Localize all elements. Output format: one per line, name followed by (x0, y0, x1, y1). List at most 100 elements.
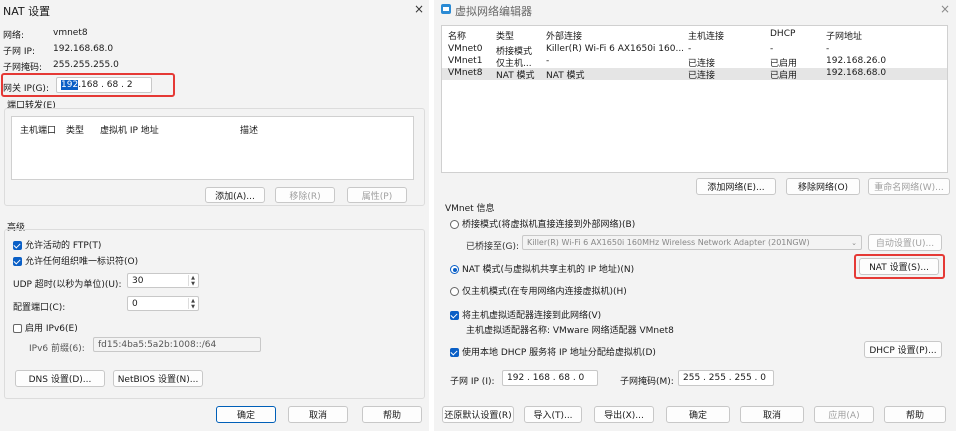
row-cell: - (770, 44, 774, 54)
remove-network-button[interactable]: 移除网络(O) (786, 178, 860, 195)
column-header[interactable]: 类型 (496, 29, 514, 42)
radio-unselected-icon (450, 287, 459, 296)
import-button[interactable]: 导入(T)... (524, 406, 582, 423)
export-button[interactable]: 导出(X)... (594, 406, 654, 423)
column-header[interactable]: 主机端口 (20, 123, 56, 136)
add-button[interactable]: 添加(A)... (205, 187, 265, 203)
nat-mode-label: NAT 模式(与虚拟机共享主机的 IP 地址)(N) (462, 265, 635, 275)
row-cell: 192.168.26.0 (826, 56, 887, 66)
allow-oui-checkbox[interactable]: 允许任何组织唯一标识符(O) (13, 254, 138, 267)
ipv6-prefix-field[interactable]: fd15:4ba5:5a2b:1008::/64 (93, 337, 261, 352)
udp-timeout-field[interactable]: 30 ▲ ▼ (127, 273, 199, 288)
chevron-down-icon: ⌄ (851, 238, 857, 247)
allow-ftp-checkbox[interactable]: 允许活动的 FTP(T) (13, 238, 101, 251)
table-row-selected[interactable]: VMnet8 NAT 模式 NAT 模式 已连接 已启用 192.168.68.… (442, 68, 947, 81)
column-header[interactable]: 描述 (240, 123, 258, 136)
radio-unselected-icon (450, 220, 459, 229)
help-button[interactable]: 帮助 (362, 406, 422, 423)
column-header[interactable]: 主机连接 (688, 29, 724, 42)
column-header[interactable]: 外部连接 (546, 29, 582, 42)
checkbox-checked-icon (450, 348, 459, 357)
network-editor-icon (441, 4, 451, 14)
checkbox-checked-icon (450, 311, 459, 320)
checkbox-unchecked-icon (13, 324, 22, 333)
spinner-arrows-icon[interactable]: ▲ ▼ (188, 275, 197, 287)
checkbox-checked-icon (13, 257, 22, 266)
subnet-ip-value: 192.168.68.0 (53, 44, 114, 54)
help-button[interactable]: 帮助 (884, 406, 946, 423)
add-network-button[interactable]: 添加网络(E)... (696, 178, 776, 195)
cancel-button[interactable]: 取消 (740, 406, 804, 423)
connect-adapter-checkbox[interactable]: 将主机虚拟适配器连接到此网络(V) (450, 308, 601, 321)
row-cell: NAT 模式 (546, 71, 585, 81)
subnet-mask-value: 255 . 255 . 255 . 0 (683, 373, 767, 383)
bridge-mode-radio[interactable]: 桥接模式(将虚拟机直接连接到外部网络)(B) (450, 217, 635, 230)
spinner-arrows-icon[interactable]: ▲ ▼ (188, 298, 197, 310)
port-forward-table[interactable]: 主机端口 类型 虚拟机 IP 地址 描述 (11, 116, 414, 180)
dns-settings-button[interactable]: DNS 设置(D)... (15, 370, 105, 387)
use-dhcp-label: 使用本地 DHCP 服务将 IP 地址分配给虚拟机(D) (462, 348, 656, 358)
column-header[interactable]: DHCP (770, 29, 795, 39)
config-port-value: 0 (132, 298, 138, 309)
config-port-label: 配置端口(C): (13, 303, 66, 313)
network-list-table[interactable]: 名称 类型 外部连接 主机连接 DHCP 子网地址 VMnet0 桥接模式 Ki… (441, 25, 948, 173)
window-title: NAT 设置 (3, 5, 51, 18)
column-header[interactable]: 子网地址 (826, 29, 862, 42)
restore-defaults-button[interactable]: 还原默认设置(R) (442, 406, 514, 423)
column-header[interactable]: 虚拟机 IP 地址 (100, 123, 159, 136)
row-cell: VMnet8 (448, 68, 483, 78)
table-row[interactable]: VMnet1 仅主机... - 已连接 已启用 192.168.26.0 (442, 56, 947, 69)
udp-timeout-label: UDP 超时(以秒为单位)(U): (13, 280, 122, 290)
adapter-name-text: 主机虚拟适配器名称: VMware 网络适配器 VMnet8 (466, 326, 674, 336)
checkbox-checked-icon (13, 241, 22, 250)
bridged-to-label: 已桥接至(G): (466, 242, 520, 252)
row-cell: 已启用 (770, 71, 798, 81)
subnet-ip-label: 子网 IP (I): (450, 377, 495, 387)
row-cell: Killer(R) Wi-Fi 6 AX1650i 160... (546, 44, 685, 54)
auto-settings-button[interactable]: 自动设置(U)... (868, 234, 942, 251)
row-cell: - (826, 44, 830, 54)
properties-button[interactable]: 属性(P) (347, 187, 407, 203)
window-title: 虚拟网络编辑器 (455, 5, 532, 18)
nat-mode-radio[interactable]: NAT 模式(与虚拟机共享主机的 IP 地址)(N) (450, 262, 634, 275)
virtual-network-editor-window: 虚拟网络编辑器 × 名称 类型 外部连接 主机连接 DHCP 子网地址 VMne… (434, 0, 956, 431)
apply-button[interactable]: 应用(A) (814, 406, 874, 423)
bridged-to-value: Killer(R) Wi-Fi 6 AX1650i 160MHz Wireles… (527, 238, 810, 247)
row-cell: VMnet1 (448, 56, 483, 66)
bridged-to-select[interactable]: Killer(R) Wi-Fi 6 AX1650i 160MHz Wireles… (522, 235, 862, 250)
column-header[interactable]: 类型 (66, 123, 84, 136)
remove-button[interactable]: 移除(R) (275, 187, 335, 203)
network-label: 网络: (3, 31, 25, 41)
subnet-ip-label: 子网 IP: (3, 47, 35, 57)
port-forward-group: 主机端口 类型 虚拟机 IP 地址 描述 添加(A)... 移除(R) 属性(P… (4, 108, 425, 206)
ok-button[interactable]: 确定 (666, 406, 730, 423)
row-cell: - (688, 44, 692, 54)
host-only-radio[interactable]: 仅主机模式(在专用网络内连接虚拟机)(H) (450, 284, 627, 297)
udp-timeout-value: 30 (132, 275, 144, 286)
ok-button[interactable]: 确定 (216, 406, 276, 423)
row-cell: 192.168.68.0 (826, 68, 887, 78)
host-only-label: 仅主机模式(在专用网络内连接虚拟机)(H) (462, 287, 627, 297)
highlight-box (1, 73, 175, 97)
netbios-settings-button[interactable]: NetBIOS 设置(N)... (113, 370, 203, 387)
cancel-button[interactable]: 取消 (288, 406, 348, 423)
table-row[interactable]: VMnet0 桥接模式 Killer(R) Wi-Fi 6 AX1650i 16… (442, 44, 947, 57)
subnet-ip-value: 192 . 168 . 68 . 0 (507, 373, 585, 383)
row-cell: 已连接 (688, 71, 716, 81)
subnet-ip-field[interactable]: 192 . 168 . 68 . 0 (502, 370, 598, 386)
rename-network-button[interactable]: 重命名网络(W)... (868, 178, 950, 195)
vmnet-info-title: VMnet 信息 (445, 204, 495, 214)
close-icon[interactable]: × (414, 2, 424, 16)
radio-selected-icon (450, 265, 459, 274)
dhcp-settings-button[interactable]: DHCP 设置(P)... (864, 341, 942, 358)
config-port-field[interactable]: 0 ▲ ▼ (127, 296, 199, 311)
enable-ipv6-checkbox[interactable]: 启用 IPv6(E) (13, 321, 78, 334)
subnet-mask-label: 子网掩码: (3, 63, 43, 73)
close-icon[interactable]: × (940, 2, 950, 16)
subnet-mask-label: 子网掩码(M): (620, 377, 674, 387)
table-header: 名称 类型 外部连接 主机连接 DHCP 子网地址 (442, 29, 947, 42)
column-header[interactable]: 名称 (448, 29, 466, 42)
subnet-mask-field[interactable]: 255 . 255 . 255 . 0 (678, 370, 774, 386)
use-dhcp-checkbox[interactable]: 使用本地 DHCP 服务将 IP 地址分配给虚拟机(D) (450, 345, 656, 358)
subnet-mask-value: 255.255.255.0 (53, 60, 119, 70)
